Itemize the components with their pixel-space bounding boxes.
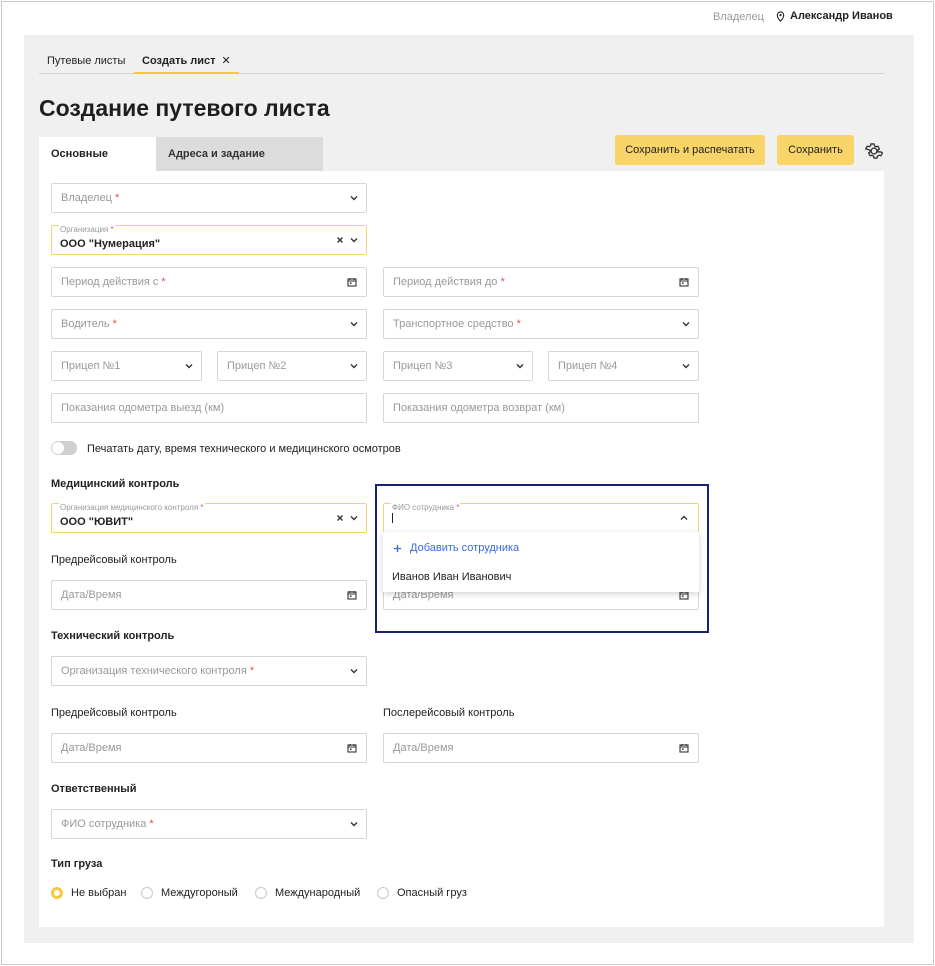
chevron-down-icon — [350, 669, 358, 674]
page-tabs: Путевые листы Создать лист ✕ — [39, 48, 884, 74]
chevron-down-icon — [350, 516, 358, 521]
calendar-icon[interactable] — [347, 277, 357, 287]
radio-international[interactable]: Международный — [255, 887, 360, 899]
tab-create-sheet[interactable]: Создать лист ✕ — [134, 48, 239, 74]
odometer-back-input[interactable]: Показания одометра возврат (км) — [383, 393, 699, 423]
chevron-down-icon — [350, 322, 358, 327]
clear-icon[interactable] — [335, 235, 345, 245]
medical-org-select[interactable]: Организация медицинского контроля * ООО … — [51, 503, 367, 533]
vehicle-select[interactable]: Транспортное средство * — [383, 309, 699, 339]
organization-value: ООО "Нумерация" — [60, 238, 161, 250]
calendar-icon[interactable] — [347, 743, 357, 753]
cargo-type-title: Тип груза — [51, 858, 103, 870]
medical-control-title: Медицинский контроль — [51, 478, 180, 490]
technical-control-title: Технический контроль — [51, 630, 175, 642]
chevron-down-icon — [185, 364, 193, 369]
tab-waybills[interactable]: Путевые листы — [39, 48, 133, 74]
chevron-down-icon — [350, 364, 358, 369]
close-icon[interactable]: ✕ — [222, 55, 231, 67]
calendar-icon[interactable] — [679, 277, 689, 287]
chevron-down-icon — [516, 364, 524, 369]
radio-icon — [255, 887, 267, 899]
radio-icon — [51, 887, 63, 899]
gear-icon[interactable] — [864, 141, 884, 161]
tab-addresses[interactable]: Адреса и задание водителю — [156, 137, 323, 194]
clear-icon[interactable] — [335, 513, 345, 523]
responsible-employee-select[interactable]: ФИО сотрудника * — [51, 809, 367, 839]
radio-dangerous[interactable]: Опасный груз — [377, 887, 467, 899]
radio-icon — [141, 887, 153, 899]
chevron-down-icon — [350, 822, 358, 827]
medical-pre-trip-datetime[interactable]: Дата/Время — [51, 580, 367, 610]
radio-intercity[interactable]: Междугороный — [141, 887, 238, 899]
technical-pre-trip-datetime[interactable]: Дата/Время — [51, 733, 367, 763]
chevron-down-icon — [682, 364, 690, 369]
chevron-down-icon — [682, 322, 690, 327]
calendar-icon[interactable] — [679, 743, 689, 753]
radio-not-selected[interactable]: Не выбран — [51, 887, 126, 899]
highlight-box — [375, 484, 709, 633]
owner-select[interactable]: Владелец * — [51, 183, 367, 213]
trailer-1-select[interactable]: Прицеп №1 — [51, 351, 202, 381]
user-name: Александр Иванов — [790, 10, 893, 22]
owner-link[interactable]: Владелец — [713, 11, 764, 23]
medical-pre-trip-label: Предрейсовый контроль — [51, 554, 177, 566]
period-from-field[interactable]: Период действия с * — [51, 267, 367, 297]
save-and-print-button[interactable]: Сохранить и распечатать — [615, 135, 765, 165]
technical-post-trip-label: Послерейсовый контроль — [383, 707, 515, 719]
page-title: Создание путевого листа — [39, 95, 330, 121]
organization-select[interactable]: Организация * ООО "Нумерация" — [51, 225, 367, 255]
period-to-field[interactable]: Период действия до * — [383, 267, 699, 297]
calendar-icon[interactable] — [347, 590, 357, 600]
tab-main-data[interactable]: Основные данные — [39, 137, 156, 194]
trailer-2-select[interactable]: Прицеп №2 — [217, 351, 367, 381]
print-checkups-toggle[interactable] — [51, 441, 77, 455]
trailer-4-select[interactable]: Прицеп №4 — [548, 351, 699, 381]
technical-post-trip-datetime[interactable]: Дата/Время — [383, 733, 699, 763]
user-menu[interactable]: Александр Иванов — [775, 10, 893, 22]
location-pin-icon — [776, 10, 785, 22]
chevron-down-icon — [350, 238, 358, 243]
print-checkups-label: Печатать дату, время технического и меди… — [87, 443, 401, 455]
technical-org-select[interactable]: Организация технического контроля * — [51, 656, 367, 686]
responsible-title: Ответственный — [51, 783, 137, 795]
trailer-3-select[interactable]: Прицеп №3 — [383, 351, 533, 381]
save-button[interactable]: Сохранить — [777, 135, 854, 165]
driver-select[interactable]: Водитель * — [51, 309, 367, 339]
medical-org-value: ООО "ЮВИТ" — [60, 516, 134, 528]
radio-icon — [377, 887, 389, 899]
technical-pre-trip-label: Предрейсовый контроль — [51, 707, 177, 719]
odometer-out-input[interactable]: Показания одометра выезд (км) — [51, 393, 367, 423]
chevron-down-icon — [350, 196, 358, 201]
